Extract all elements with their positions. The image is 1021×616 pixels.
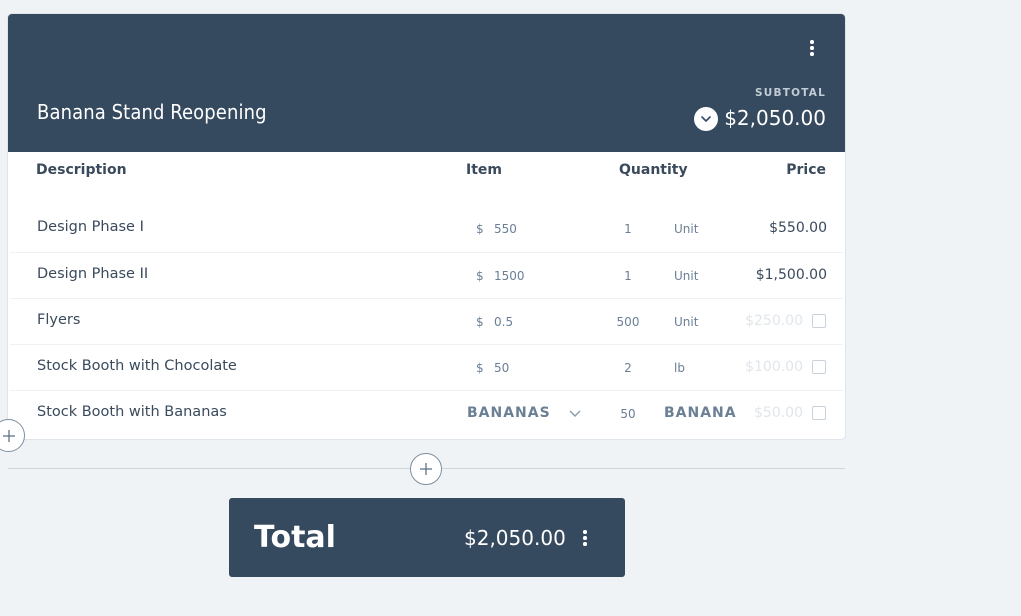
row-description[interactable]: Flyers (37, 312, 80, 328)
rate-input[interactable]: 0.5 (494, 315, 513, 329)
total-menu-icon[interactable] (575, 528, 595, 548)
table-row: Flyers $ 0.5 500 Unit $250.00 (10, 298, 843, 344)
chevron-down-icon[interactable] (569, 405, 581, 421)
table-row: Design Phase II $ 1500 1 Unit $1,500.00 (10, 252, 843, 298)
row-price: $100.00 (745, 359, 803, 375)
plus-icon (2, 429, 15, 442)
table-row: Design Phase I $ 550 1 Unit $550.00 (10, 206, 843, 252)
table-row: Stock Booth with Chocolate $ 50 2 lb $10… (10, 344, 843, 390)
section-header: Banana Stand Reopening SUBTOTAL $2,050.0… (8, 14, 845, 152)
rate-input[interactable]: 1500 (494, 269, 525, 283)
item-select[interactable]: BANANAS (467, 405, 551, 421)
row-price: $250.00 (745, 313, 803, 329)
rate-input[interactable]: 50 (494, 361, 509, 375)
quantity-input[interactable]: 50 (603, 407, 653, 421)
currency-symbol: $ (476, 315, 484, 329)
row-price: $1,500.00 (755, 267, 827, 283)
currency-symbol: $ (476, 361, 484, 375)
row-price: $550.00 (769, 220, 827, 236)
quantity-input[interactable]: 2 (603, 361, 653, 375)
collapse-section-button[interactable] (694, 107, 718, 131)
unit-input[interactable]: lb (674, 361, 685, 375)
include-checkbox[interactable] (812, 406, 826, 420)
unit-label: BANANA (664, 405, 737, 421)
column-header-item: Item (466, 162, 502, 178)
currency-symbol: $ (476, 269, 484, 283)
include-checkbox[interactable] (812, 360, 826, 374)
column-header-description: Description (36, 162, 127, 178)
total-label: Total (254, 520, 336, 555)
plus-icon (420, 463, 432, 475)
row-price: $50.00 (754, 405, 803, 421)
section-title[interactable]: Banana Stand Reopening (37, 100, 267, 124)
table-row: Stock Booth with Bananas BANANAS 50 BANA… (10, 390, 843, 436)
total-card: Total $2,050.00 (229, 498, 625, 577)
column-header-price: Price (786, 162, 826, 178)
unit-input[interactable]: Unit (674, 315, 698, 329)
chevron-down-icon (701, 116, 711, 122)
row-description[interactable]: Design Phase II (37, 266, 148, 282)
total-value: $2,050.00 (464, 526, 566, 550)
unit-input[interactable]: Unit (674, 222, 698, 236)
quantity-input[interactable]: 1 (603, 269, 653, 283)
unit-input[interactable]: Unit (674, 269, 698, 283)
column-header-quantity: Quantity (619, 162, 688, 178)
row-description[interactable]: Stock Booth with Bananas (37, 404, 227, 420)
quantity-input[interactable]: 500 (603, 315, 653, 329)
row-description[interactable]: Design Phase I (37, 219, 144, 235)
subtotal-value: $2,050.00 (724, 106, 826, 130)
row-description[interactable]: Stock Booth with Chocolate (37, 358, 237, 374)
section-menu-icon[interactable] (802, 38, 822, 58)
currency-symbol: $ (476, 222, 484, 236)
add-section-button[interactable] (410, 453, 442, 485)
include-checkbox[interactable] (812, 314, 826, 328)
subtotal-label: SUBTOTAL (755, 87, 826, 99)
quantity-input[interactable]: 1 (603, 222, 653, 236)
rate-input[interactable]: 550 (494, 222, 517, 236)
